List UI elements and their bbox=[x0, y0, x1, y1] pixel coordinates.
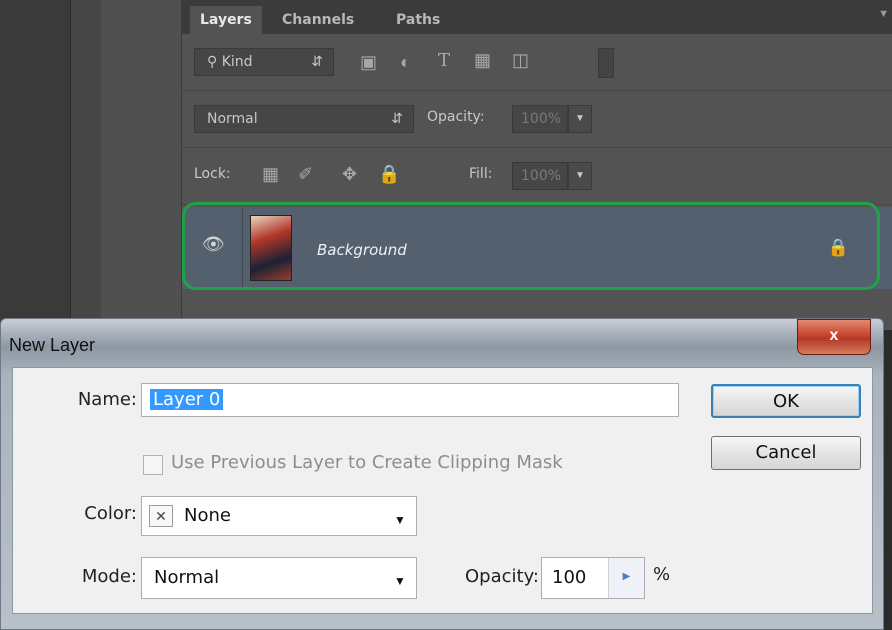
percent-label: % bbox=[653, 564, 671, 585]
pixel-filter-icon[interactable]: ▣ bbox=[360, 52, 377, 73]
name-label: Name: bbox=[77, 389, 137, 410]
new-layer-dialog: New Layer x Name: Layer 0 OK Cancel Use … bbox=[0, 318, 884, 630]
chevron-updown-icon: ⇵ bbox=[391, 111, 403, 127]
tab-layers[interactable]: Layers bbox=[190, 6, 262, 34]
name-field-value: Layer 0 bbox=[150, 389, 224, 410]
filter-row: ⚲ Kind ⇵ ▣ ◐ T ▦ ◫ bbox=[182, 34, 892, 91]
smart-object-filter-icon[interactable]: ◫ bbox=[512, 50, 529, 71]
search-icon: ⚲ bbox=[207, 54, 218, 70]
panel-tab-bar: Layers Channels Paths ▼ bbox=[182, 0, 892, 34]
lock-row: Lock: ▦ ✐ ✥ 🔒 Fill: 100% ▼ bbox=[182, 148, 892, 205]
lock-label: Lock: bbox=[194, 166, 231, 182]
close-icon: x bbox=[829, 327, 839, 344]
filter-kind-label: Kind bbox=[221, 54, 253, 70]
dialog-title: New Layer bbox=[9, 335, 96, 355]
blend-mode-value: Normal bbox=[207, 111, 258, 127]
opacity-label: Opacity: bbox=[465, 566, 539, 587]
mode-select-value: Normal bbox=[154, 567, 220, 588]
blend-row: Normal ⇵ Opacity: 100% ▼ bbox=[182, 91, 892, 148]
mode-label: Mode: bbox=[81, 566, 137, 587]
fill-label: Fill: bbox=[469, 166, 493, 182]
fill-dropdown-button[interactable]: ▼ bbox=[568, 162, 592, 190]
shape-filter-icon[interactable]: ▦ bbox=[474, 50, 491, 71]
type-filter-icon[interactable]: T bbox=[438, 50, 450, 71]
panel-menu-icon[interactable]: ▼ bbox=[878, 8, 889, 20]
color-label: Color: bbox=[84, 503, 137, 524]
color-select-value: None bbox=[184, 505, 231, 526]
highlight-outline bbox=[182, 202, 880, 290]
mode-select[interactable]: Normal bbox=[141, 557, 417, 599]
fill-input[interactable]: 100% bbox=[512, 162, 568, 190]
chevron-down-icon: ▼ bbox=[394, 574, 406, 588]
chevron-down-icon: ▼ bbox=[394, 513, 406, 527]
blend-mode-select[interactable]: Normal ⇵ bbox=[194, 105, 414, 133]
filter-toggle-switch[interactable] bbox=[598, 48, 614, 78]
chevron-updown-icon: ⇵ bbox=[311, 54, 323, 70]
clipping-mask-checkbox[interactable] bbox=[143, 455, 163, 475]
name-field[interactable]: Layer 0 bbox=[141, 383, 679, 417]
layers-panel: Layers Channels Paths ▼ ⚲ Kind ⇵ ▣ ◐ T ▦… bbox=[181, 0, 892, 330]
opacity-slider-arrow-icon[interactable]: ▶ bbox=[608, 558, 644, 598]
ok-button[interactable]: OK bbox=[711, 384, 861, 418]
lock-paint-brush-icon[interactable]: ✐ bbox=[298, 164, 313, 185]
opacity-label: Opacity: bbox=[427, 109, 485, 125]
opacity-input[interactable]: 100% bbox=[512, 105, 568, 133]
close-button[interactable]: x bbox=[797, 319, 871, 355]
clipping-mask-label: Use Previous Layer to Create Clipping Ma… bbox=[171, 452, 563, 473]
lock-position-icon[interactable]: ✥ bbox=[342, 164, 357, 185]
filter-kind-select[interactable]: ⚲ Kind ⇵ bbox=[194, 48, 334, 76]
opacity-field-value: 100 bbox=[552, 567, 587, 588]
dialog-client-area: Name: Layer 0 OK Cancel Use Previous Lay… bbox=[12, 367, 873, 614]
adjustment-filter-icon[interactable]: ◐ bbox=[400, 52, 411, 73]
cancel-button[interactable]: Cancel bbox=[711, 436, 861, 470]
tab-paths[interactable]: Paths bbox=[396, 6, 440, 34]
no-color-swatch-icon: ✕ bbox=[149, 505, 173, 527]
color-select[interactable]: None bbox=[141, 496, 417, 536]
tab-channels[interactable]: Channels bbox=[282, 6, 354, 34]
opacity-dropdown-button[interactable]: ▼ bbox=[568, 105, 592, 133]
lock-all-icon[interactable]: 🔒 bbox=[378, 164, 400, 185]
lock-transparency-icon[interactable]: ▦ bbox=[262, 164, 279, 185]
